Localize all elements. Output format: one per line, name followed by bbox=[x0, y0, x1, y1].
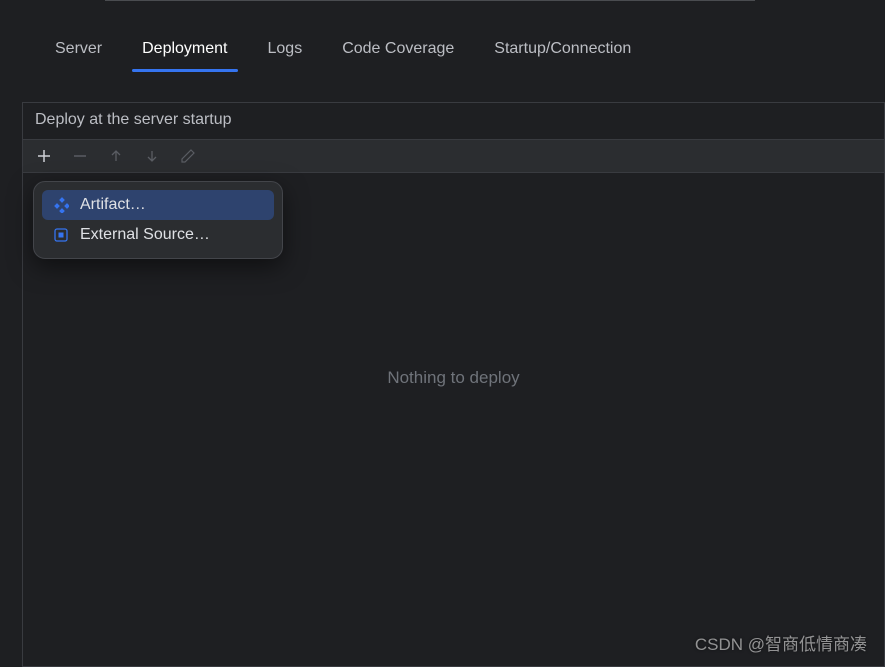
tab-logs[interactable]: Logs bbox=[248, 30, 323, 72]
menu-item-artifact[interactable]: Artifact… bbox=[42, 190, 274, 220]
artifact-icon bbox=[52, 196, 70, 214]
plus-icon bbox=[36, 148, 52, 164]
external-source-icon bbox=[52, 226, 70, 244]
tab-code-coverage[interactable]: Code Coverage bbox=[322, 30, 474, 72]
pencil-icon bbox=[180, 148, 196, 164]
watermark: CSDN @智商低情商凑 bbox=[695, 630, 867, 655]
deploy-list-empty: Nothing to deploy bbox=[23, 193, 884, 666]
add-button[interactable] bbox=[33, 145, 55, 167]
move-up-button bbox=[105, 145, 127, 167]
arrow-up-icon bbox=[108, 148, 124, 164]
tab-bar: Server Deployment Logs Code Coverage Sta… bbox=[0, 0, 885, 72]
toolbar bbox=[23, 139, 884, 173]
menu-item-label: Artifact… bbox=[80, 196, 146, 214]
top-divider bbox=[105, 0, 755, 1]
menu-item-label: External Source… bbox=[80, 226, 210, 244]
panel-title: Deploy at the server startup bbox=[23, 103, 884, 139]
empty-message: Nothing to deploy bbox=[387, 368, 519, 388]
minus-icon bbox=[72, 148, 88, 164]
arrow-down-icon bbox=[144, 148, 160, 164]
tab-server[interactable]: Server bbox=[35, 30, 122, 72]
menu-item-external-source[interactable]: External Source… bbox=[42, 220, 274, 250]
tab-deployment[interactable]: Deployment bbox=[122, 30, 247, 72]
move-down-button bbox=[141, 145, 163, 167]
edit-button bbox=[177, 145, 199, 167]
add-menu-popup: Artifact… External Source… bbox=[33, 181, 283, 259]
deploy-panel: Deploy at the server startup Nothing to … bbox=[22, 102, 885, 667]
remove-button bbox=[69, 145, 91, 167]
tab-startup-connection[interactable]: Startup/Connection bbox=[474, 30, 651, 72]
